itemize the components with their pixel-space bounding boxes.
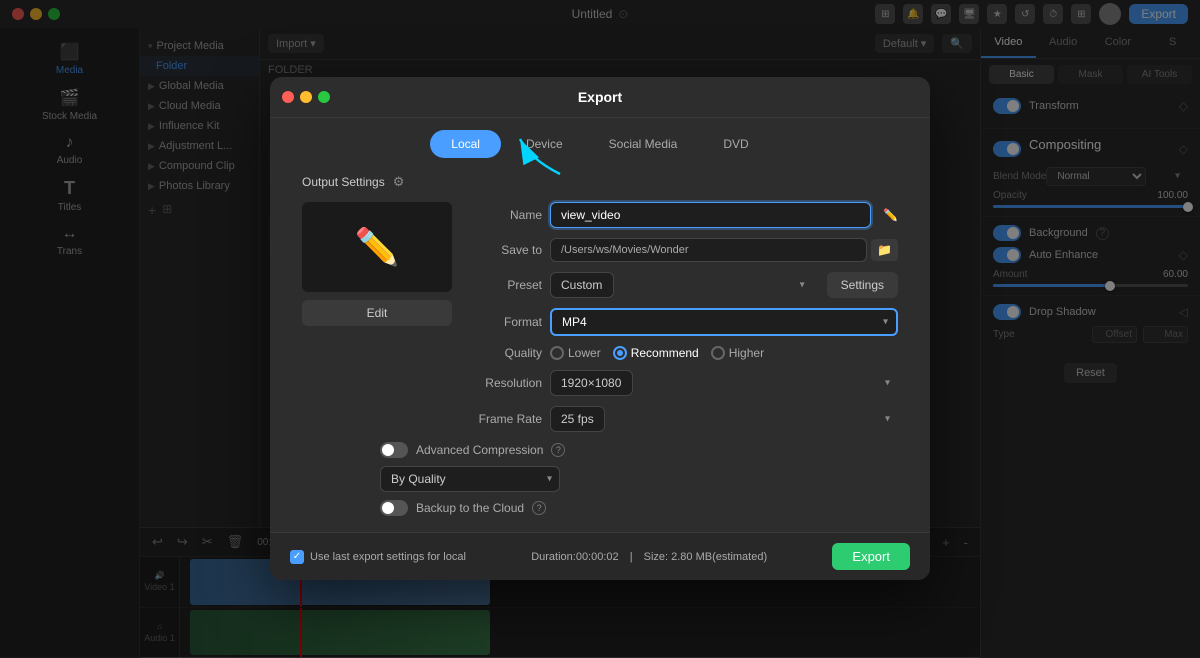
by-quality-select-wrapper: By Quality — [380, 466, 560, 492]
quality-row: Quality Lower Recommend — [472, 346, 898, 360]
resolution-select[interactable]: 1920×1080 1280×720 3840×2160 — [550, 370, 633, 396]
resolution-label: Resolution — [472, 376, 542, 390]
backup-label: Backup to the Cloud — [416, 501, 524, 515]
quality-options: Lower Recommend Higher — [550, 346, 764, 360]
backup-row: Backup to the Cloud ? — [302, 500, 898, 516]
modal-max-btn[interactable] — [318, 91, 330, 103]
radio-recommend[interactable] — [613, 346, 627, 360]
format-row: Format MP4 MOV AVI — [472, 308, 898, 336]
format-label: Format — [472, 315, 542, 329]
backup-toggle[interactable] — [380, 500, 408, 516]
preset-select[interactable]: Custom — [550, 272, 614, 298]
advanced-compression-row: Advanced Compression ? — [302, 442, 898, 458]
modal-footer: ✓ Use last export settings for local Dur… — [270, 532, 930, 580]
export-modal-button[interactable]: Export — [832, 543, 910, 570]
quality-label: Quality — [472, 346, 542, 360]
resolution-row: Resolution 1920×1080 1280×720 3840×2160 — [472, 370, 898, 396]
name-label: Name — [472, 208, 542, 222]
tab-device[interactable]: Device — [505, 130, 584, 158]
tab-dvd[interactable]: DVD — [702, 130, 769, 158]
duration-info: Duration:00:00:02 — [531, 551, 618, 563]
by-quality-select[interactable]: By Quality — [380, 466, 560, 492]
quality-lower[interactable]: Lower — [550, 346, 601, 360]
modal-title: Export — [578, 89, 622, 105]
modal-close-btn[interactable] — [282, 91, 294, 103]
preset-row: Preset Custom Settings — [472, 272, 898, 298]
output-settings-row: Output Settings ⚙ — [302, 174, 898, 190]
modal-tabs: Local Device Social Media DVD — [270, 118, 930, 158]
modal-min-btn[interactable] — [300, 91, 312, 103]
edit-button[interactable]: Edit — [302, 300, 452, 326]
size-info: Size: 2.80 MB(estimated) — [644, 551, 768, 563]
preset-select-wrapper: Custom — [550, 272, 813, 298]
modal-window-controls[interactable] — [282, 91, 330, 103]
radio-lower[interactable] — [550, 346, 564, 360]
preview-icon: ✏️ — [355, 226, 400, 268]
backup-help-icon[interactable]: ? — [532, 501, 546, 515]
last-settings-checkbox[interactable]: ✓ — [290, 550, 304, 564]
name-input[interactable] — [550, 202, 871, 228]
frame-rate-select-wrapper: 25 fps 30 fps 60 fps — [550, 406, 898, 432]
modal-header: Export — [270, 77, 930, 118]
frame-rate-row: Frame Rate 25 fps 30 fps 60 fps — [472, 406, 898, 432]
advanced-help-icon[interactable]: ? — [551, 443, 565, 457]
format-select[interactable]: MP4 MOV AVI — [552, 310, 896, 334]
tab-social-media[interactable]: Social Media — [588, 130, 699, 158]
modal-preview: ✏️ Edit — [302, 202, 452, 442]
advanced-toggle[interactable] — [380, 442, 408, 458]
browse-folder-btn[interactable]: 📁 — [871, 239, 898, 261]
name-field-row: Name ✏️ — [472, 202, 898, 228]
preset-label: Preset — [472, 278, 542, 292]
tab-local[interactable]: Local — [430, 130, 501, 158]
export-modal: Export Local Device Social Media DVD Out… — [270, 77, 930, 580]
output-settings-label: Output Settings — [302, 175, 385, 189]
resolution-select-wrapper: 1920×1080 1280×720 3840×2160 — [550, 370, 898, 396]
output-settings-icon: ⚙ — [393, 174, 405, 190]
modal-overlay: Export Local Device Social Media DVD Out… — [0, 0, 1200, 657]
settings-button[interactable]: Settings — [827, 272, 898, 298]
modal-content-row: ✏️ Edit Name ✏️ Save to — [302, 202, 898, 442]
save-to-row: Save to /Users/ws/Movies/Wonder 📁 — [472, 238, 898, 262]
radio-higher[interactable] — [711, 346, 725, 360]
frame-rate-label: Frame Rate — [472, 412, 542, 426]
footer-checkbox-label: Use last export settings for local — [310, 551, 466, 563]
advanced-label: Advanced Compression — [416, 443, 543, 457]
footer-checkbox-row: ✓ Use last export settings for local — [290, 550, 466, 564]
quality-higher[interactable]: Higher — [711, 346, 764, 360]
frame-rate-select[interactable]: 25 fps 30 fps 60 fps — [550, 406, 605, 432]
modal-fields: Name ✏️ Save to /Users/ws/Movies/Wonder … — [472, 202, 898, 442]
save-to-path: /Users/ws/Movies/Wonder 📁 — [550, 238, 898, 262]
path-text: /Users/ws/Movies/Wonder — [550, 238, 867, 262]
format-select-wrapper: MP4 MOV AVI — [550, 308, 898, 336]
save-to-label: Save to — [472, 243, 542, 257]
quality-recommend[interactable]: Recommend — [613, 346, 699, 360]
modal-body: Output Settings ⚙ ✏️ Edit Name — [270, 158, 930, 532]
footer-info: Duration:00:00:02 | Size: 2.80 MB(estima… — [531, 551, 767, 563]
name-edit-icon[interactable]: ✏️ — [883, 208, 898, 222]
by-quality-wrapper: By Quality — [302, 466, 898, 492]
preview-box: ✏️ — [302, 202, 452, 292]
